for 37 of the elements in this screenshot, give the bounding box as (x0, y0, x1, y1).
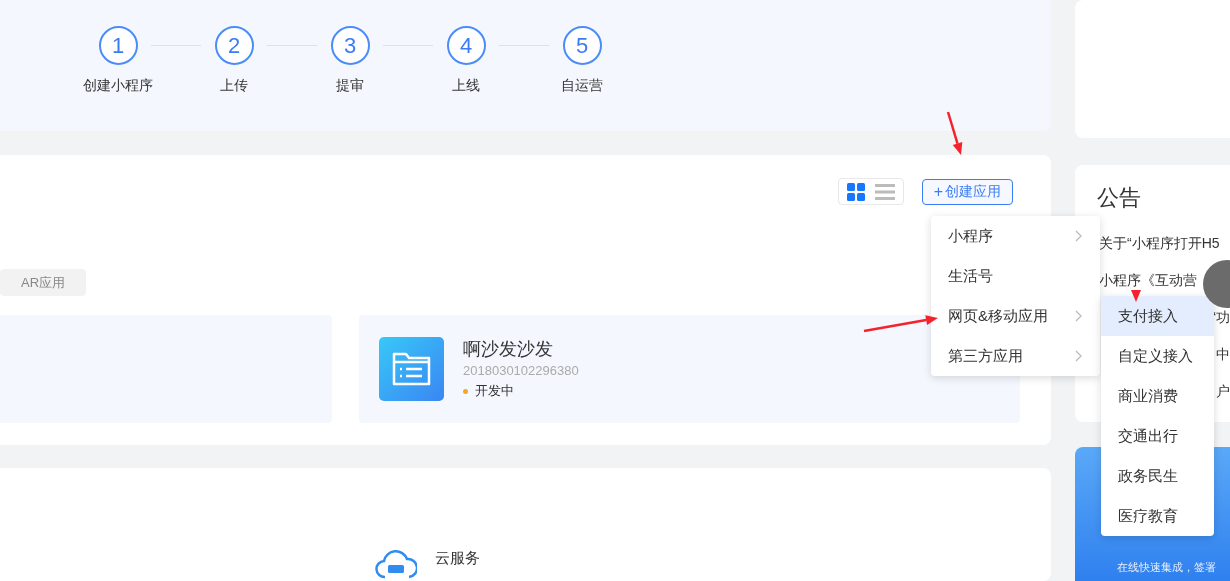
announcement-link[interactable]: 关于“小程序打开H5 (1099, 233, 1220, 254)
annotation-arrow (1131, 288, 1141, 302)
app-status: 开发中 (475, 382, 514, 401)
step-number: 3 (330, 26, 370, 65)
submenu-item[interactable]: 政务民生 (1101, 456, 1214, 496)
annotation-arrow (946, 111, 963, 155)
step-number: 2 (214, 26, 254, 65)
folder-app-icon (379, 337, 444, 401)
step-label: 上线 (452, 76, 480, 95)
menu-item[interactable]: 生活号 (931, 256, 1100, 296)
chevron-right-icon (1075, 310, 1082, 322)
cloud-server-icon (375, 549, 417, 579)
announcement-link[interactable]: 户 (1216, 381, 1230, 402)
step-number: 4 (446, 26, 486, 65)
app-name: 啊沙发沙发 (463, 338, 554, 362)
create-app-button[interactable]: +创建应用 (922, 178, 1013, 205)
app-id: 2018030102296380 (463, 362, 579, 381)
chevron-right-icon (1075, 350, 1082, 362)
chevron-right-icon (1075, 230, 1082, 242)
step-label: 创建小程序 (83, 76, 153, 95)
announcement-title: 公告 (1097, 184, 1142, 212)
submenu-item[interactable]: 支付接入 (1101, 296, 1214, 336)
announcement-link[interactable]: 小程序《互动营 (1099, 270, 1197, 291)
submenu-item[interactable]: 医疗教育 (1101, 496, 1214, 536)
step-label: 自运营 (561, 76, 603, 95)
service-name: 云服务 (435, 548, 480, 568)
submenu-item[interactable]: 自定义接入 (1101, 336, 1214, 376)
step-label: 提审 (336, 76, 364, 95)
submenu-item[interactable]: 商业消费 (1101, 376, 1214, 416)
menu-item[interactable]: 小程序 (931, 216, 1100, 256)
step-number: 5 (562, 26, 602, 65)
banner-text: 在线快速集成，签署 (1117, 559, 1217, 575)
grid-view-icon[interactable] (847, 182, 865, 201)
announcement-link[interactable]: 中 (1216, 344, 1230, 365)
step-label: 上传 (220, 76, 248, 95)
step-number: 1 (98, 26, 138, 65)
submenu-item[interactable]: 交通出行 (1101, 416, 1214, 456)
